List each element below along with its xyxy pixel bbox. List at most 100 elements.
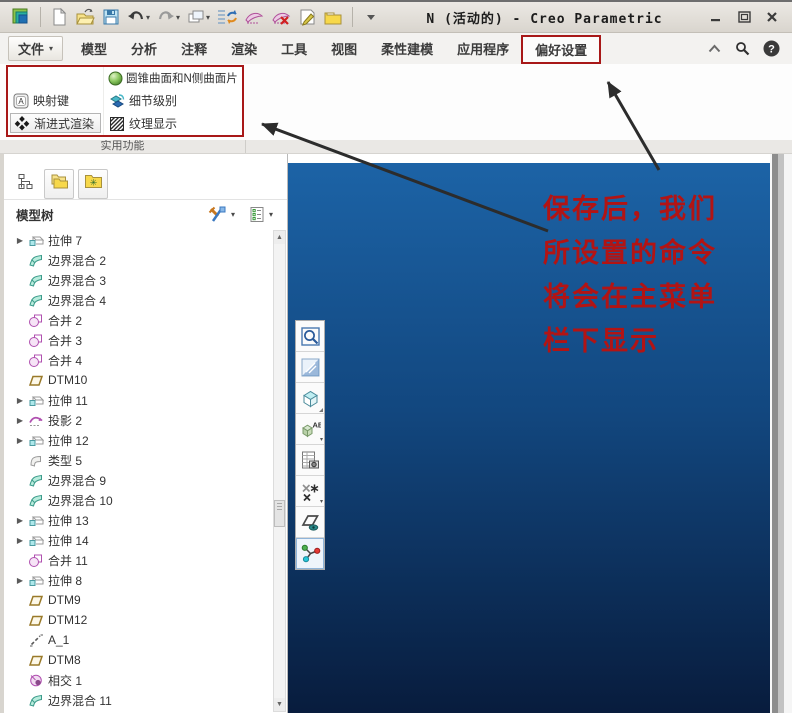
tab-视图[interactable]: 视图 bbox=[319, 33, 369, 64]
detail-level-command[interactable]: 细节级别 bbox=[103, 89, 242, 113]
progressive-render-command[interactable]: 渐进式渲染 bbox=[10, 113, 101, 133]
detail-level-icon bbox=[109, 93, 125, 109]
panel-tab-bar: ✳ bbox=[4, 162, 287, 200]
folders-tab-icon bbox=[50, 173, 69, 195]
tree-item[interactable]: DTM12 bbox=[4, 610, 287, 630]
datum-display-icon[interactable]: ▾ bbox=[296, 476, 324, 507]
tab-偏好设置[interactable]: 偏好设置 bbox=[521, 35, 602, 64]
expand-arrow-icon[interactable]: ▶ bbox=[12, 576, 28, 585]
dropdown-arrow-icon[interactable]: ▾ bbox=[146, 13, 150, 22]
expand-arrow-icon[interactable]: ▶ bbox=[12, 536, 28, 545]
tree-item[interactable]: DTM10 bbox=[4, 370, 287, 390]
named-views-icon[interactable] bbox=[296, 383, 324, 414]
tree-filter-icon[interactable]: ▾ bbox=[249, 206, 273, 223]
tab-模型[interactable]: 模型 bbox=[69, 33, 119, 64]
open-file-icon[interactable] bbox=[74, 5, 96, 29]
creo-logo-icon[interactable] bbox=[10, 5, 32, 29]
tree-item[interactable]: ▶ 拉伸 11 bbox=[4, 390, 287, 410]
expand-arrow-icon[interactable]: ▶ bbox=[12, 416, 28, 425]
graphics-area[interactable]: AB ▾ ▾ 保存后，我们所设置的命令将会在主菜单栏下显示 bbox=[288, 163, 770, 713]
tab-文件[interactable]: 文件 ▾ bbox=[8, 36, 64, 61]
zoom-in-icon[interactable] bbox=[296, 321, 324, 352]
tree-item[interactable]: 类型 5 bbox=[4, 450, 287, 470]
tab-柔性建模[interactable]: 柔性建模 bbox=[369, 33, 445, 64]
tree-item[interactable]: 边界混合 10 bbox=[4, 490, 287, 510]
tree-item[interactable]: DTM9 bbox=[4, 590, 287, 610]
tree-item[interactable]: ▶ 拉伸 12 bbox=[4, 430, 287, 450]
tree-item[interactable]: DTM8 bbox=[4, 650, 287, 670]
tree-item[interactable]: 合并 2 bbox=[4, 310, 287, 330]
dropdown-arrow-icon[interactable]: ▾ bbox=[206, 13, 210, 22]
repaint-icon[interactable] bbox=[296, 352, 324, 383]
help-icon[interactable]: ? bbox=[763, 40, 780, 57]
tree-tools-icon[interactable]: ▾ bbox=[208, 206, 235, 223]
search-icon[interactable] bbox=[735, 41, 750, 56]
conic-surface-command[interactable]: 圆锥曲面和N侧曲面片 bbox=[103, 67, 242, 90]
tree-item[interactable]: 相交 1 bbox=[4, 670, 287, 690]
scroll-down-icon[interactable]: ▼ bbox=[274, 698, 285, 711]
tab-分析[interactable]: 分析 bbox=[119, 33, 169, 64]
tree-item[interactable]: 边界混合 9 bbox=[4, 470, 287, 490]
restore-button[interactable] bbox=[736, 10, 752, 24]
tree-item[interactable]: 边界混合 2 bbox=[4, 250, 287, 270]
model-tree-tab[interactable] bbox=[10, 169, 40, 199]
dropdown-arrow-icon[interactable]: ▾ bbox=[269, 210, 273, 219]
tree-item[interactable]: 边界混合 3 bbox=[4, 270, 287, 290]
expand-arrow-icon[interactable]: ▶ bbox=[12, 396, 28, 405]
tree-item[interactable]: 边界混合 4 bbox=[4, 290, 287, 310]
datum-plane-icon bbox=[28, 593, 45, 608]
tree-item[interactable]: A_1 bbox=[4, 630, 287, 650]
annotation-text: 保存后，我们 所设置的命令 将会在主菜单 栏下显示 bbox=[543, 187, 717, 363]
plane-display-icon[interactable] bbox=[296, 507, 324, 538]
toolbar-overflow-icon[interactable] bbox=[361, 5, 381, 29]
favorites-tab[interactable]: ✳ bbox=[78, 169, 108, 199]
expand-arrow-icon[interactable]: ▶ bbox=[12, 516, 28, 525]
mapkey-record-icon[interactable] bbox=[243, 5, 265, 29]
tree-scrollbar[interactable]: ▲ ▼ bbox=[273, 230, 286, 712]
tree-item[interactable]: 合并 3 bbox=[4, 330, 287, 350]
main-area: ✳ 模型树 ▾ ▾ ▶ 拉伸 7 边界混合 2 边界混合 3 边界混合 4 合并 2 合并 3… bbox=[0, 154, 792, 713]
tree-item[interactable]: ▶ 拉伸 8 bbox=[4, 570, 287, 590]
expand-arrow-icon[interactable]: ▶ bbox=[12, 436, 28, 445]
tree-item[interactable]: ▶ 拉伸 7 bbox=[4, 230, 287, 250]
folder-browser-tab[interactable] bbox=[44, 169, 74, 199]
tab-渲染[interactable]: 渲染 bbox=[219, 33, 269, 64]
tab-注释[interactable]: 注释 bbox=[169, 33, 219, 64]
tree-item[interactable]: 合并 4 bbox=[4, 350, 287, 370]
windows-icon[interactable]: ▾ bbox=[186, 5, 211, 29]
active-window-icon[interactable] bbox=[322, 5, 344, 29]
mapkey-stop-icon[interactable] bbox=[270, 5, 292, 29]
collapse-ribbon-icon[interactable] bbox=[707, 43, 722, 54]
new-file-icon[interactable] bbox=[49, 5, 69, 29]
texture-display-command[interactable]: 纹理显示 bbox=[103, 112, 242, 135]
tree-item[interactable]: ▶ 拉伸 14 bbox=[4, 530, 287, 550]
tree-item[interactable]: ▶ 投影 2 bbox=[4, 410, 287, 430]
undo-icon[interactable]: ▾ bbox=[126, 5, 151, 29]
edit-note-icon[interactable] bbox=[297, 5, 317, 29]
csys-display-icon[interactable] bbox=[296, 538, 324, 569]
minimize-button[interactable] bbox=[708, 10, 724, 24]
mapkeys-command[interactable]: A 映射键 bbox=[8, 90, 103, 113]
datum-plane-icon bbox=[28, 653, 45, 668]
scrollbar-thumb[interactable] bbox=[274, 499, 285, 527]
dropdown-arrow-icon[interactable]: ▾ bbox=[320, 498, 323, 505]
dropdown-arrow-icon[interactable]: ▾ bbox=[231, 210, 235, 219]
dropdown-arrow-icon[interactable]: ▾ bbox=[176, 13, 180, 22]
tab-工具[interactable]: 工具 bbox=[269, 33, 319, 64]
regenerate-icon[interactable] bbox=[216, 5, 238, 29]
close-button[interactable] bbox=[764, 10, 780, 24]
appearances-icon[interactable]: AB ▾ bbox=[296, 414, 324, 445]
tree-item[interactable]: 边界混合 11 bbox=[4, 690, 287, 710]
dropdown-arrow-icon[interactable]: ▾ bbox=[320, 436, 323, 443]
redo-icon[interactable]: ▾ bbox=[156, 5, 181, 29]
tab-应用程序[interactable]: 应用程序 bbox=[445, 33, 521, 64]
view-manager-icon[interactable] bbox=[296, 445, 324, 476]
separator bbox=[40, 7, 41, 27]
save-icon[interactable] bbox=[101, 5, 121, 29]
scroll-up-icon[interactable]: ▲ bbox=[274, 231, 285, 244]
tree-item-label: 类型 5 bbox=[48, 453, 83, 468]
tree-item[interactable]: 合并 11 bbox=[4, 550, 287, 570]
menubar-right-icons: ? bbox=[707, 40, 792, 57]
tree-item[interactable]: ▶ 拉伸 13 bbox=[4, 510, 287, 530]
expand-arrow-icon[interactable]: ▶ bbox=[12, 236, 28, 245]
